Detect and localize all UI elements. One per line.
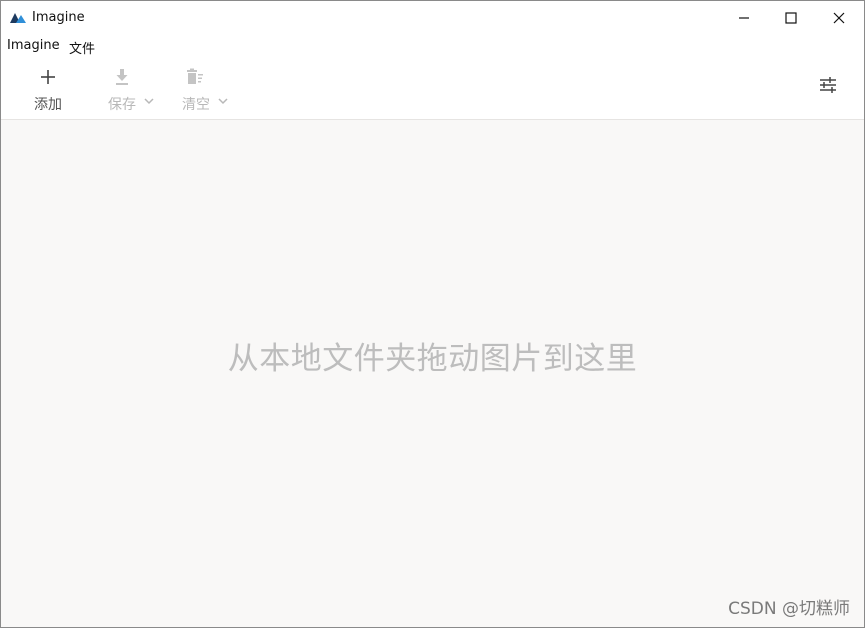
clear-label: 清空 <box>182 97 210 113</box>
app-window: Imagine Imagine 文件 添加 保存 清空 从本地文件夹拖动图片到这… <box>0 0 865 628</box>
maximize-button[interactable] <box>768 1 814 34</box>
menu-bar: Imagine 文件 <box>1 35 864 57</box>
trash-icon <box>187 68 203 84</box>
download-icon <box>116 69 128 85</box>
close-button[interactable] <box>816 1 862 34</box>
plus-icon <box>41 70 55 84</box>
clear-button[interactable]: 清空 <box>180 57 232 117</box>
toolbar: 添加 保存 清空 <box>1 57 864 120</box>
minimize-button[interactable] <box>721 1 767 34</box>
menu-file[interactable]: 文件 <box>69 38 95 57</box>
chevron-down-icon <box>144 98 154 105</box>
drop-hint-text: 从本地文件夹拖动图片到这里 <box>227 341 638 377</box>
window-title: Imagine <box>32 10 85 25</box>
app-logo-icon <box>10 13 26 23</box>
watermark-text: CSDN @切糕师 <box>728 599 850 619</box>
maximize-icon <box>785 11 797 24</box>
save-button[interactable]: 保存 <box>106 57 158 117</box>
add-label: 添加 <box>34 97 62 113</box>
title-bar[interactable]: Imagine <box>1 1 864 35</box>
close-icon <box>833 12 845 23</box>
image-drop-area[interactable]: 从本地文件夹拖动图片到这里 <box>1 120 864 627</box>
save-label: 保存 <box>108 97 136 113</box>
chevron-down-icon <box>218 98 228 105</box>
add-button[interactable]: 添加 <box>31 57 67 117</box>
menu-imagine[interactable]: Imagine <box>7 38 60 53</box>
sliders-icon[interactable] <box>818 75 838 95</box>
minimize-icon <box>739 16 749 19</box>
